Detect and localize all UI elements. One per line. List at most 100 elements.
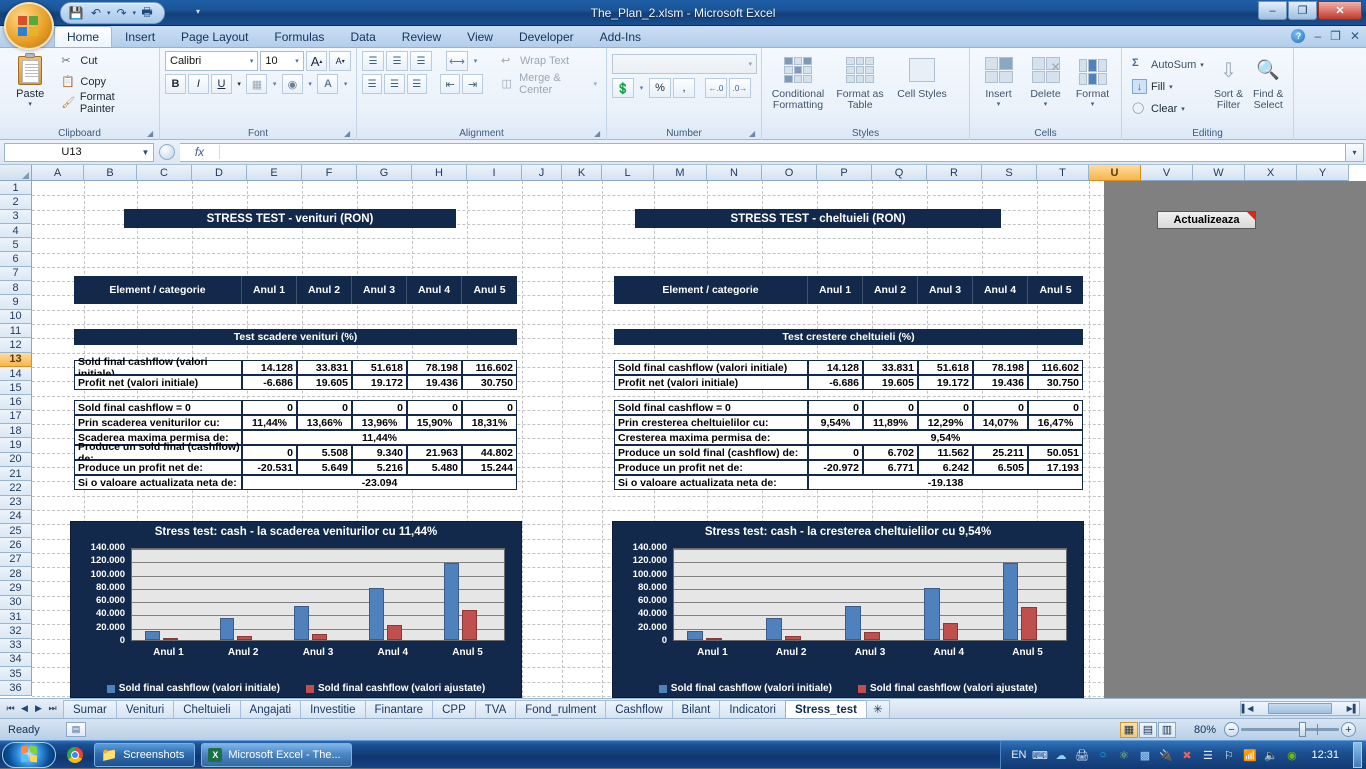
column-header-Y[interactable]: Y [1297, 165, 1349, 181]
ribbon-tab-formulas[interactable]: Formulas [261, 26, 337, 47]
row-header-17[interactable]: 17 [0, 409, 32, 425]
underline-dropdown-icon[interactable]: ▾ [234, 74, 245, 94]
printer-icon[interactable]: 🖨 [1074, 748, 1089, 763]
comma-style-button[interactable]: , [673, 78, 695, 98]
sheet-tab-venituri[interactable]: Venituri [115, 699, 175, 718]
chart-bar[interactable] [312, 633, 328, 640]
paste-dropdown-icon[interactable]: ▾ [28, 100, 32, 108]
ribbon-tab-view[interactable]: View [454, 26, 506, 47]
column-header-V[interactable]: V [1141, 165, 1193, 181]
sheet-tabs[interactable]: Sumar Venituri Cheltuieli Angajati Investiti… [63, 699, 890, 718]
row-header-34[interactable]: 34 [0, 652, 32, 668]
merge-center-button[interactable]: ◫ Merge & Center ▾ [500, 72, 601, 96]
chart-bar[interactable] [687, 630, 704, 640]
column-header-D[interactable]: D [192, 165, 247, 181]
clock[interactable]: 12:31 [1305, 749, 1345, 761]
zoom-thumb[interactable] [1299, 722, 1306, 737]
wrap-text-button[interactable]: ↩ Wrap Text [499, 51, 573, 71]
font-color-dropdown-icon[interactable]: ▾ [340, 74, 351, 94]
font-dialog-launcher-icon[interactable]: ◢ [344, 129, 353, 138]
format-cells-button[interactable]: Format ▾ [1069, 51, 1116, 108]
chart-bar[interactable] [863, 632, 880, 640]
save-icon[interactable]: 💾 [67, 4, 85, 22]
sheet-tab-investitie[interactable]: Investitie [300, 699, 366, 718]
language-indicator[interactable]: EN [1011, 749, 1026, 761]
insert-sheet-button[interactable]: ✳ [866, 699, 890, 718]
row-header-10[interactable]: 10 [0, 309, 32, 324]
row-header-3[interactable]: 3 [0, 209, 32, 224]
chart-bar[interactable] [766, 617, 782, 640]
sort-filter-button[interactable]: ⇩ Sort & Filter [1209, 51, 1249, 119]
fill-color-dropdown-icon[interactable]: ▾ [305, 74, 316, 94]
column-header-K[interactable]: K [562, 165, 602, 181]
row-header-22[interactable]: 22 [0, 481, 32, 496]
chart-venituri[interactable]: Stress test: cash - la scaderea venituri… [70, 521, 522, 698]
row-header-7[interactable]: 7 [0, 266, 32, 282]
clear-button[interactable]: ◯ Clear ▾ [1127, 98, 1209, 119]
ribbon-tab-data[interactable]: Data [337, 26, 388, 47]
row-header-25[interactable]: 25 [0, 524, 32, 539]
restore-button[interactable]: ❐ [1288, 1, 1317, 20]
last-sheet-icon[interactable]: ⏭ [46, 703, 59, 714]
zoom-track[interactable] [1241, 722, 1339, 737]
sheet-tab-finantare[interactable]: Finantare [364, 699, 434, 718]
zoom-slider[interactable]: − + [1224, 722, 1356, 738]
row-header-18[interactable]: 18 [0, 424, 32, 439]
chart-bar[interactable] [144, 630, 160, 640]
ribbon-window-controls[interactable]: ? – ❐ ✕ [1291, 29, 1360, 43]
chart-bar[interactable] [461, 610, 477, 640]
view-page-break-button[interactable]: ▥ [1158, 721, 1176, 738]
undo-dropdown-icon[interactable]: ▾ [107, 9, 111, 17]
column-header-U[interactable]: U [1089, 165, 1141, 181]
doc-close-button[interactable]: ✕ [1350, 29, 1360, 43]
help-icon[interactable]: ? [1291, 29, 1306, 43]
sheet-tab-sumar[interactable]: Sumar [63, 699, 117, 718]
chevron-down-icon[interactable]: ▾ [248, 57, 256, 65]
column-header-S[interactable]: S [982, 165, 1037, 181]
increase-indent-button[interactable]: ⇥ [462, 74, 483, 94]
orientation-dropdown-icon[interactable]: ▾ [470, 51, 481, 71]
redo-icon[interactable]: ↷ [113, 4, 131, 22]
volume-icon[interactable]: 🔈 [1263, 748, 1278, 763]
close-button[interactable]: ✕ [1318, 1, 1362, 20]
macro-record-icon[interactable]: ▤ [66, 722, 86, 737]
chart-bar[interactable] [1002, 562, 1019, 640]
row-header-19[interactable]: 19 [0, 438, 32, 453]
view-page-layout-button[interactable]: ▤ [1139, 721, 1157, 738]
next-sheet-icon[interactable]: ▶ [32, 703, 45, 714]
column-header-M[interactable]: M [654, 165, 707, 181]
row-header-29[interactable]: 29 [0, 581, 32, 596]
chevron-down-icon[interactable]: ▾ [293, 57, 301, 65]
merge-dropdown-icon[interactable]: ▾ [593, 80, 597, 88]
nvidia-icon[interactable]: ◉ [1284, 748, 1299, 763]
decrease-indent-button[interactable]: ⇤ [440, 74, 461, 94]
expand-formula-bar-icon[interactable]: ▾ [1346, 142, 1364, 162]
column-header-F[interactable]: F [302, 165, 357, 181]
chart-bar[interactable] [706, 638, 722, 640]
row-header-9[interactable]: 9 [0, 295, 32, 310]
chart-bar[interactable] [784, 635, 801, 640]
chart-bar[interactable] [387, 625, 403, 640]
chart-bar[interactable] [443, 562, 459, 640]
accounting-dropdown-icon[interactable]: ▾ [636, 78, 647, 98]
number-format-select[interactable]: ▾ [612, 54, 757, 74]
usb-device-icon[interactable]: 🔌 [1158, 748, 1173, 763]
scrollbar-thumb[interactable] [1268, 703, 1332, 714]
align-right-button[interactable]: ☰ [406, 74, 427, 94]
chart-bar[interactable] [1021, 606, 1038, 640]
chart-bar[interactable] [369, 588, 385, 640]
zoom-in-button[interactable]: + [1341, 722, 1356, 737]
chart-legend-item[interactable]: Sold final cashflow (valori initiale) [658, 683, 832, 694]
browser-icon[interactable]: ○ [1095, 748, 1110, 763]
chart-bar[interactable] [294, 605, 310, 640]
column-header-H[interactable]: H [412, 165, 467, 181]
align-center-button[interactable]: ☰ [384, 74, 405, 94]
shrink-font-button[interactable]: A ▾ [329, 51, 351, 71]
number-dialog-launcher-icon[interactable]: ◢ [749, 129, 758, 138]
row-header-35[interactable]: 35 [0, 667, 32, 682]
clipboard-dialog-launcher-icon[interactable]: ◢ [147, 129, 156, 138]
sheet-tab-cashflow[interactable]: Cashflow [605, 699, 673, 718]
office-orb-button[interactable] [4, 2, 54, 50]
redo-dropdown-icon[interactable]: ▾ [133, 9, 137, 17]
fx-icon[interactable]: fx [180, 145, 220, 159]
